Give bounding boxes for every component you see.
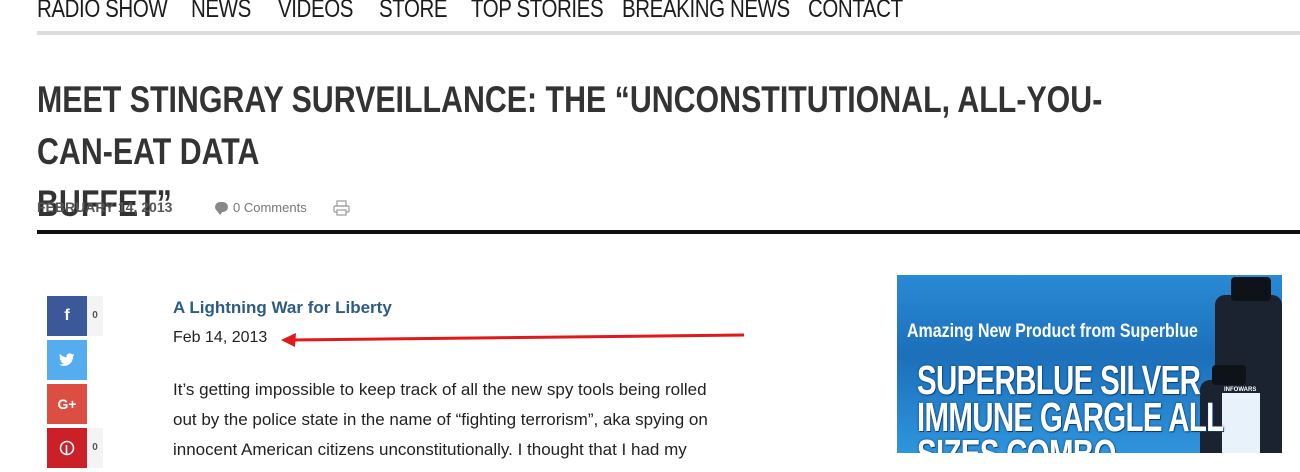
ad-bottle-label <box>1222 393 1260 453</box>
pinterest-share-count: 0 <box>87 428 103 468</box>
pinterest-share-button[interactable] <box>47 428 87 468</box>
nav-divider <box>37 31 1300 35</box>
print-icon[interactable] <box>333 200 350 216</box>
nav-contact[interactable]: CONTACT <box>808 0 903 24</box>
nav-videos[interactable]: VIDEOS <box>278 0 353 24</box>
superblue-ad-banner[interactable]: INFOWARS Amazing New Product from Superb… <box>897 275 1282 453</box>
comment-bubble-icon <box>215 202 228 215</box>
ad-bottle-small-cap <box>1212 365 1246 385</box>
facebook-icon: f <box>64 307 70 324</box>
source-article-date: Feb 14, 2013 <box>173 329 268 346</box>
google-plus-share-button[interactable]: G+ <box>47 384 87 424</box>
ad-bottle-text: INFOWARS <box>1224 387 1257 393</box>
nav-breaking-news[interactable]: BREAKING NEWS <box>622 0 790 24</box>
twitter-share-button[interactable] <box>47 340 87 380</box>
ad-bottle-cap <box>1231 277 1271 301</box>
post-date: FEBRUARY 14, 2013 <box>37 199 173 215</box>
nav-radio-show[interactable]: RADIO SHOW <box>37 0 168 24</box>
title-line-1: MEET STINGRAY SURVEILLANCE: THE “UNCONST… <box>37 79 1103 172</box>
nav-top-stories[interactable]: TOP STORIES <box>471 0 604 24</box>
source-article-link[interactable]: A Lightning War for Liberty <box>173 298 793 323</box>
nav-store[interactable]: STORE <box>379 0 448 24</box>
article-body: It’s getting impossible to keep track of… <box>173 375 773 465</box>
facebook-share-count: 0 <box>87 296 103 336</box>
article-body-line-2: out by the police state in the name of “… <box>173 410 708 429</box>
nav-news[interactable]: NEWS <box>191 0 251 24</box>
ad-tagline: Amazing New Product from Superblue <box>907 321 1198 342</box>
page-title: MEET STINGRAY SURVEILLANCE: THE “UNCONST… <box>37 74 1103 230</box>
twitter-icon <box>59 353 75 367</box>
article-body-line-1: It’s getting impossible to keep track of… <box>173 380 707 399</box>
facebook-share-button[interactable]: f <box>47 296 87 336</box>
comments-link[interactable]: 0 Comments <box>215 200 307 215</box>
google-plus-icon: G+ <box>57 396 77 412</box>
comments-count: 0 Comments <box>233 200 307 215</box>
article-body-line-3: innocent American citizens unconstitutio… <box>173 440 687 459</box>
pinterest-icon <box>59 440 75 456</box>
article-content: A Lightning War for Liberty Feb 14, 2013… <box>173 298 793 465</box>
ad-headline-3: SIZES COMBO <box>917 433 1116 453</box>
meta-divider <box>37 230 1300 234</box>
